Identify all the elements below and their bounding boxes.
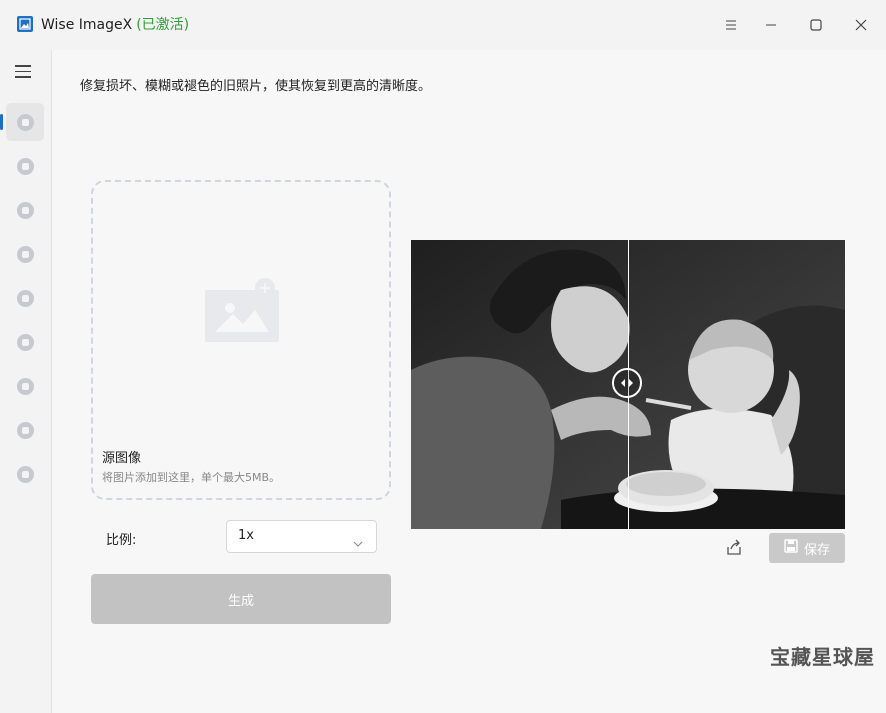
- color-fill-icon[interactable]: [6, 147, 44, 185]
- ratio-select[interactable]: 1x: [226, 520, 377, 553]
- compare-slider-handle[interactable]: [612, 368, 642, 398]
- generate-button[interactable]: 生成: [91, 574, 391, 624]
- contrast-icon[interactable]: [6, 367, 44, 405]
- activation-status: (已激活): [136, 17, 190, 33]
- before-after-preview: [411, 240, 845, 529]
- portrait-icon[interactable]: [6, 191, 44, 229]
- main-content: 修复损坏、模糊或褪色的旧照片，使其恢复到更高的清晰度。 源图像 将图片添加到这里…: [52, 50, 886, 713]
- app-title: Wise ImageX (已激活): [41, 16, 189, 34]
- ratio-label: 比例:: [106, 533, 137, 548]
- app-name: Wise ImageX: [41, 17, 133, 33]
- share-icon[interactable]: [724, 538, 744, 558]
- maximize-icon[interactable]: [801, 10, 831, 40]
- chevron-down-icon: [353, 532, 363, 551]
- close-icon[interactable]: [846, 10, 876, 40]
- save-button[interactable]: 保存: [769, 533, 845, 563]
- bg-remove-icon[interactable]: [6, 279, 44, 317]
- minimize-icon[interactable]: [756, 10, 786, 40]
- compress-icon[interactable]: [6, 411, 44, 449]
- sidebar: [0, 50, 52, 713]
- dropzone-title: 源图像: [102, 451, 142, 466]
- photo-restore-icon[interactable]: [6, 103, 44, 141]
- image-stack-icon[interactable]: [6, 323, 44, 361]
- add-image-icon: [203, 278, 279, 348]
- title-bar: Wise ImageX (已激活): [0, 0, 886, 50]
- dropzone-hint: 将图片添加到这里，单个最大5MB。: [102, 471, 281, 484]
- source-image-dropzone[interactable]: 源图像 将图片添加到这里，单个最大5MB。: [91, 180, 391, 500]
- save-label: 保存: [803, 542, 830, 558]
- edit-icon[interactable]: [6, 455, 44, 493]
- menu-icon[interactable]: [716, 10, 746, 40]
- face-enhance-icon[interactable]: [6, 235, 44, 273]
- hamburger-menu-icon[interactable]: [15, 65, 33, 79]
- ratio-value: 1x: [238, 528, 254, 543]
- app-logo-icon: [17, 16, 33, 32]
- page-description: 修复损坏、模糊或褪色的旧照片，使其恢复到更高的清晰度。: [80, 79, 432, 94]
- watermark-text: 宝藏星球屋: [770, 645, 875, 669]
- active-indicator: [0, 114, 3, 130]
- save-icon: [784, 539, 798, 557]
